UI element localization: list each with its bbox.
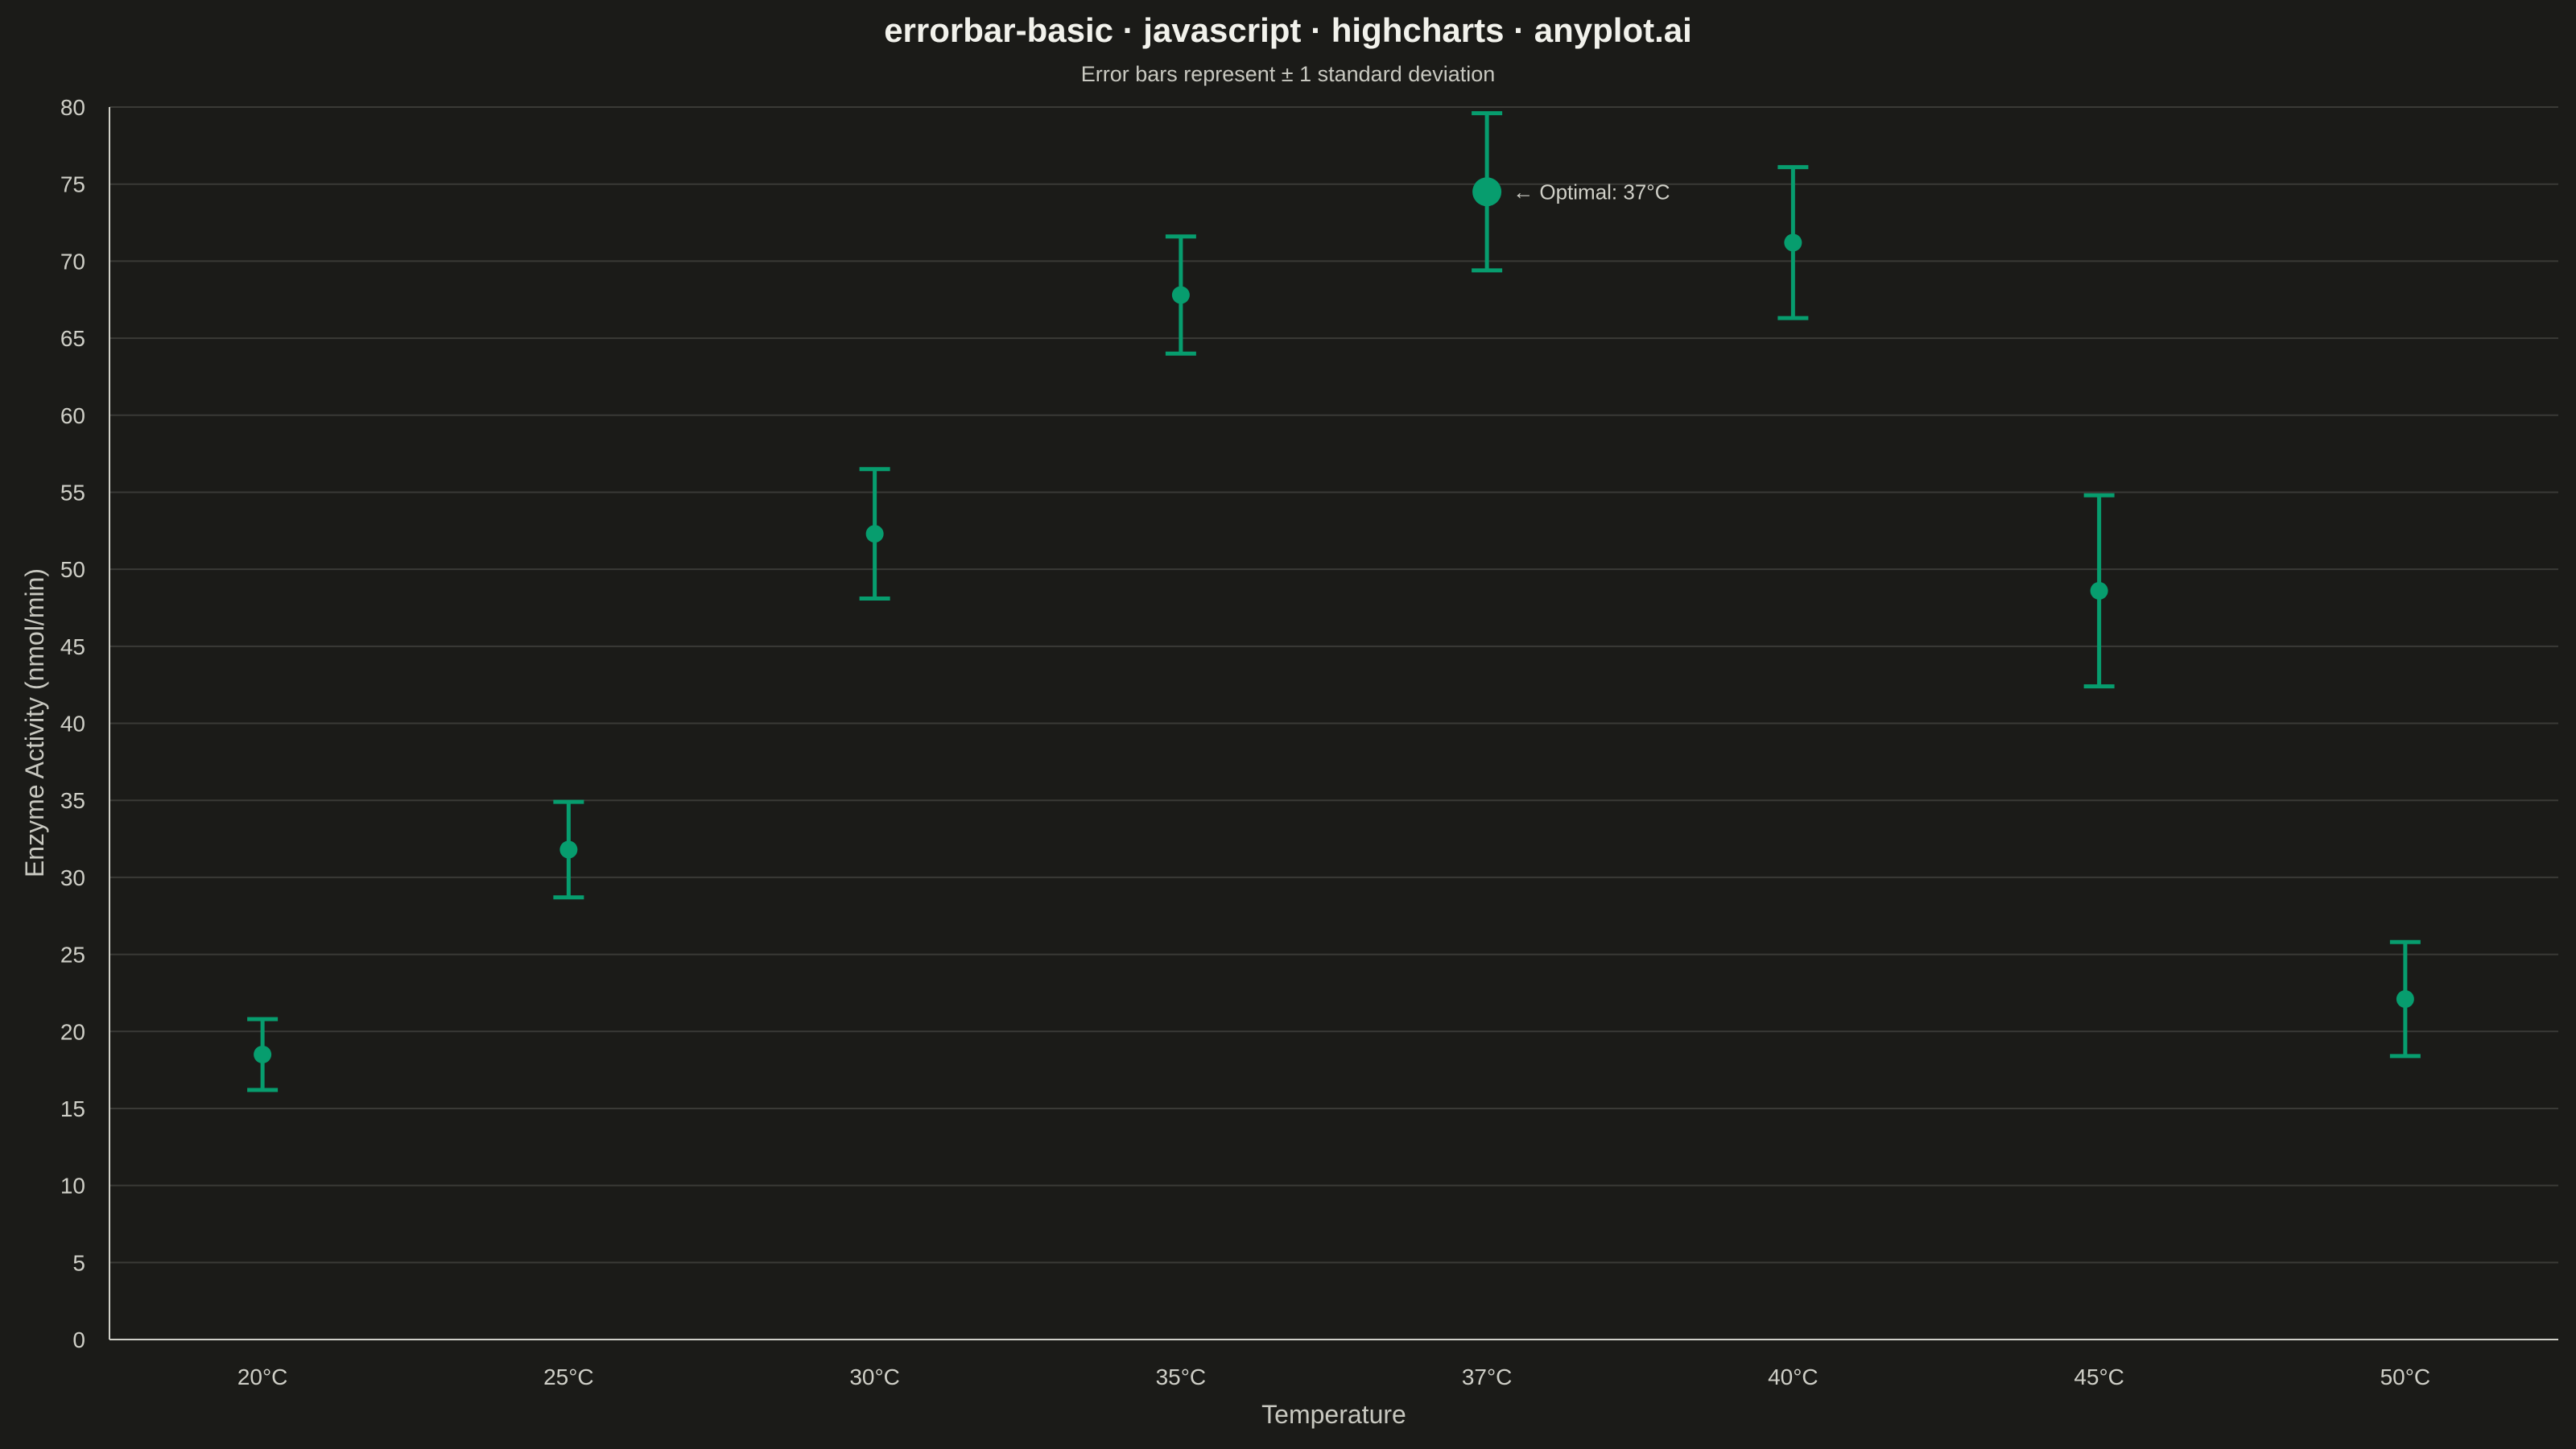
y-tick-label: 35 [60, 788, 85, 813]
y-tick-label: 10 [60, 1174, 85, 1199]
y-tick-label: 60 [60, 403, 85, 428]
y-tick-label: 5 [72, 1250, 85, 1275]
y-axis-title: Enzyme Activity (nmol/min) [20, 568, 49, 877]
x-axis-ticks: 20°C 25°C 30°C 35°C 37°C 40°C 45°C 50°C [237, 1364, 2430, 1389]
y-tick-label: 75 [60, 172, 85, 197]
data-point [2090, 581, 2108, 600]
data-point [254, 1045, 272, 1063]
errorbar-chart: errorbar-basic · javascript · highcharts… [20, 11, 2558, 1429]
data-point [1171, 286, 1190, 304]
errorbar-series [247, 111, 2421, 1092]
x-tick-label: 45°C [2074, 1364, 2124, 1389]
x-axis-title: Temperature [1261, 1400, 1406, 1429]
data-point [559, 840, 578, 859]
x-tick-label: 30°C [849, 1364, 900, 1389]
y-tick-label: 0 [72, 1327, 85, 1352]
data-point [865, 525, 884, 543]
x-tick-label: 50°C [2380, 1364, 2431, 1389]
x-tick-label: 37°C [1462, 1364, 1513, 1389]
x-tick-label: 25°C [543, 1364, 594, 1389]
y-tick-label: 40 [60, 712, 85, 737]
y-tick-label: 80 [60, 95, 85, 120]
highlight-point [1472, 177, 1502, 207]
y-tick-label: 55 [60, 480, 85, 505]
chart-subtitle: Error bars represent ± 1 standard deviat… [1081, 62, 1496, 86]
x-tick-label: 20°C [237, 1364, 288, 1389]
chart-root: errorbar-basic · javascript · highcharts… [0, 0, 2576, 1449]
y-tick-label: 50 [60, 557, 85, 582]
y-tick-label: 25 [60, 943, 85, 968]
y-tick-label: 70 [60, 249, 85, 274]
y-tick-label: 20 [60, 1019, 85, 1044]
data-point [2396, 990, 2414, 1009]
y-tick-label: 15 [60, 1096, 85, 1121]
chart-title: errorbar-basic · javascript · highcharts… [884, 11, 1692, 49]
y-tick-label: 65 [60, 326, 85, 351]
optimal-annotation: ← Optimal: 37°C [1513, 180, 1670, 204]
grid-layer [109, 106, 2558, 1264]
data-point [1784, 233, 1802, 252]
x-tick-label: 40°C [1768, 1364, 1818, 1389]
x-tick-label: 35°C [1156, 1364, 1207, 1389]
y-axis-ticks: 0 5 10 15 20 25 30 35 40 45 50 55 60 65 70 75 80 [60, 95, 85, 1352]
y-tick-label: 45 [60, 634, 85, 659]
y-tick-label: 30 [60, 865, 85, 890]
